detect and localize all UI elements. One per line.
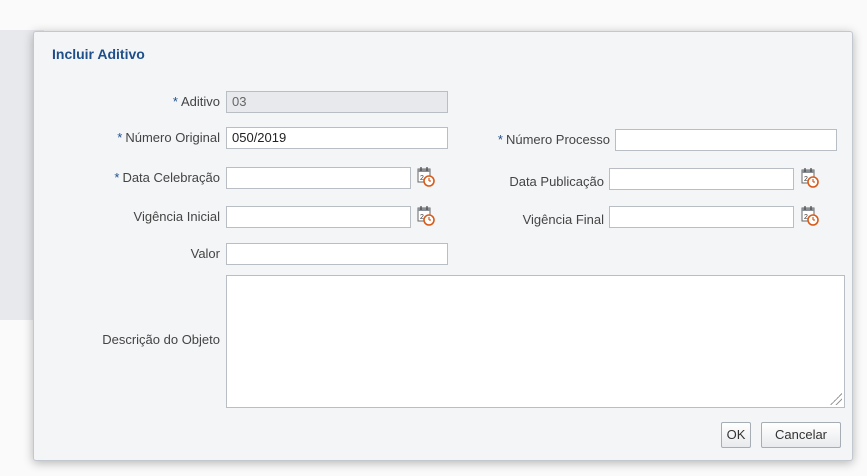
ok-button[interactable]: OK (721, 422, 751, 448)
descricao-objeto-label: Descrição do Objeto (102, 332, 220, 347)
valor-field[interactable] (226, 243, 448, 265)
numero-processo-label: * Número Processo (497, 132, 610, 147)
dialog-title: Incluir Aditivo (52, 46, 145, 62)
numero-processo-field[interactable] (615, 129, 837, 151)
data-publicacao-label: Data Publicação (509, 174, 604, 189)
required-mark: * (172, 94, 178, 109)
vigencia-final-field[interactable] (609, 206, 794, 228)
calendar-icon[interactable]: 2 (417, 167, 435, 187)
incluir-aditivo-dialog: Incluir Aditivo * Aditivo 03 * Número Orig… (33, 31, 853, 461)
valor-label: Valor (190, 246, 220, 261)
calendar-icon[interactable]: 2 (417, 206, 435, 226)
required-mark: * (497, 132, 503, 147)
data-celebracao-label: * Data Celebração (114, 170, 220, 185)
numero-original-field[interactable]: 050/2019 (226, 127, 448, 149)
vigencia-final-label: Vigência Final (522, 212, 604, 227)
data-celebracao-field[interactable] (226, 167, 411, 189)
resize-grip[interactable] (830, 393, 842, 405)
numero-original-label: * Número Original (117, 130, 220, 145)
calendar-icon[interactable]: 2 (801, 168, 819, 188)
required-mark: * (114, 170, 120, 185)
aditivo-label: * Aditivo (172, 94, 220, 109)
data-publicacao-field[interactable] (609, 168, 794, 190)
required-mark: * (117, 130, 123, 145)
aditivo-field[interactable]: 03 (226, 91, 448, 113)
calendar-icon[interactable]: 2 (801, 206, 819, 226)
cancel-button[interactable]: Cancelar (761, 422, 841, 448)
vigencia-inicial-field[interactable] (226, 206, 411, 228)
vigencia-inicial-label: Vigência Inicial (133, 209, 220, 224)
descricao-objeto-textarea[interactable] (226, 275, 845, 408)
